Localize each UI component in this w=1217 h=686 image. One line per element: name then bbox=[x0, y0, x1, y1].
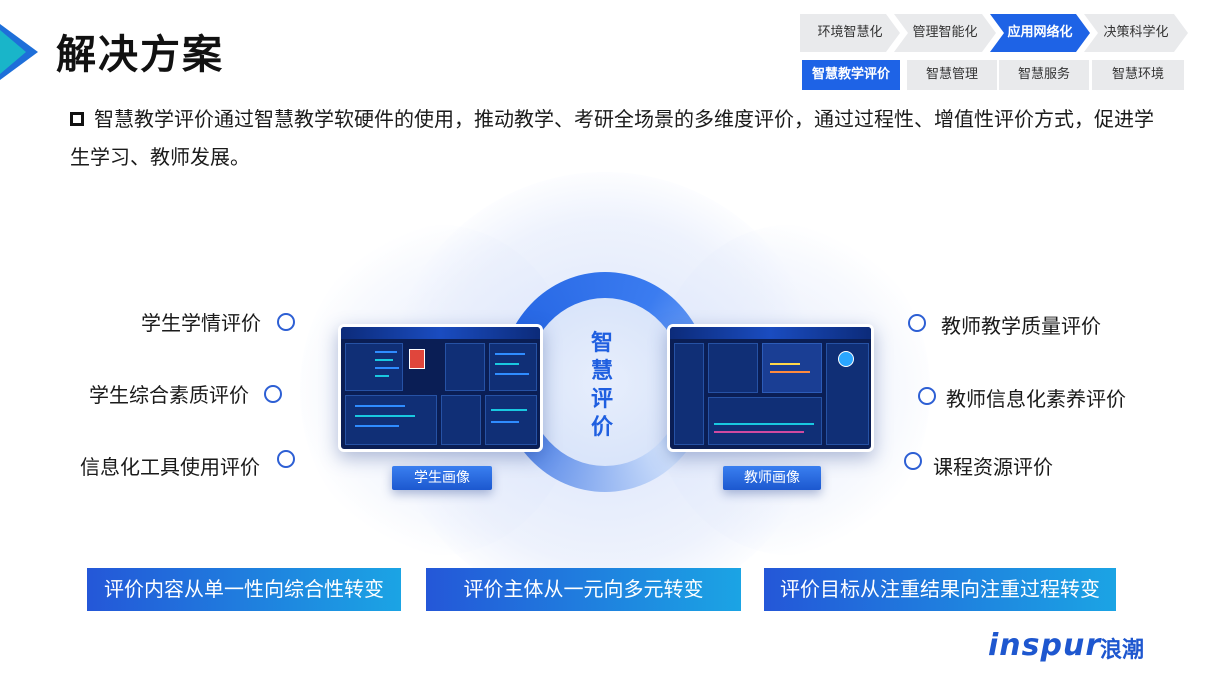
label-student-quality-eval: 学生综合素质评价 bbox=[89, 383, 249, 407]
circle-marker-icon bbox=[918, 387, 936, 405]
bullet-square-icon bbox=[70, 112, 84, 126]
dashboard-panel bbox=[708, 397, 822, 445]
stage-nav: 环境智慧化 管理智能化 应用网络化 决策科学化 bbox=[800, 14, 1190, 52]
label-course-resource-eval: 课程资源评价 bbox=[933, 455, 1053, 479]
teacher-dashboard-image bbox=[667, 324, 874, 452]
dashboard-bar bbox=[770, 363, 800, 365]
inspur-logo: inspur bbox=[988, 628, 1102, 663]
circle-marker-icon bbox=[277, 313, 295, 331]
student-dashboard-image bbox=[338, 324, 543, 452]
dashboard-bar bbox=[495, 353, 525, 355]
dashboard-bar bbox=[375, 351, 397, 353]
dashboard-bar bbox=[495, 363, 519, 365]
dashboard-bar bbox=[714, 423, 814, 425]
dashboard-panel bbox=[445, 343, 485, 391]
dashboard-bar bbox=[355, 415, 415, 417]
title-accent-shape-inner bbox=[0, 30, 26, 74]
dashboard-header-bar bbox=[341, 327, 540, 339]
shift-subject-box: 评价主体从一元向多元转变 bbox=[426, 568, 741, 611]
shift-content-box: 评价内容从单一性向综合性转变 bbox=[87, 568, 401, 611]
inspur-logo-cn: 浪潮 bbox=[1100, 638, 1145, 663]
label-tool-usage-eval: 信息化工具使用评价 bbox=[80, 455, 260, 479]
sub-tabs: 智慧教学评价 智慧管理 智慧服务 智慧环境 bbox=[802, 60, 1184, 90]
center-title: 智慧评价 bbox=[590, 331, 613, 440]
tab-smart-teaching-eval[interactable]: 智慧教学评价 bbox=[802, 60, 900, 90]
dashboard-panel bbox=[441, 395, 481, 445]
label-student-learning-eval: 学生学情评价 bbox=[141, 311, 261, 335]
tab-smart-management[interactable]: 智慧管理 bbox=[907, 60, 997, 90]
dashboard-panel bbox=[762, 343, 822, 393]
dashboard-bar bbox=[714, 431, 804, 433]
dashboard-bar bbox=[375, 367, 399, 369]
dashboard-bar bbox=[770, 371, 810, 373]
dashboard-panel bbox=[345, 395, 437, 445]
dashboard-panel bbox=[708, 343, 758, 393]
dashboard-bar bbox=[491, 421, 519, 423]
circle-marker-icon bbox=[264, 385, 282, 403]
intro-paragraph: 智慧教学评价通过智慧教学软硬件的使用，推动教学、考研全场景的多维度评价，通过过程… bbox=[70, 100, 1170, 176]
teacher-avatar-icon bbox=[838, 351, 854, 367]
stage-decision[interactable]: 决策科学化 bbox=[1084, 14, 1188, 52]
stage-application[interactable]: 应用网络化 bbox=[990, 14, 1090, 52]
teacher-portrait-tag: 教师画像 bbox=[723, 466, 821, 490]
circle-marker-icon bbox=[908, 314, 926, 332]
shift-goal-box: 评价目标从注重结果向注重过程转变 bbox=[764, 568, 1116, 611]
dashboard-bar bbox=[491, 409, 527, 411]
dashboard-bar bbox=[355, 405, 405, 407]
dashboard-bar bbox=[375, 375, 389, 377]
student-avatar-icon bbox=[409, 349, 425, 369]
circle-marker-icon bbox=[277, 450, 295, 468]
dashboard-bar bbox=[375, 359, 393, 361]
tab-smart-service[interactable]: 智慧服务 bbox=[999, 60, 1089, 90]
dashboard-bar bbox=[495, 373, 529, 375]
label-teacher-it-literacy-eval: 教师信息化素养评价 bbox=[946, 387, 1126, 411]
dashboard-panel bbox=[485, 395, 537, 445]
dashboard-header-bar bbox=[670, 327, 871, 339]
tab-smart-environment[interactable]: 智慧环境 bbox=[1092, 60, 1184, 90]
intro-text: 智慧教学评价通过智慧教学软硬件的使用，推动教学、考研全场景的多维度评价，通过过程… bbox=[70, 107, 1154, 169]
dashboard-panel bbox=[489, 343, 537, 391]
student-portrait-tag: 学生画像 bbox=[392, 466, 492, 490]
dashboard-sidebar bbox=[674, 343, 704, 445]
circle-marker-icon bbox=[904, 452, 922, 470]
stage-environment[interactable]: 环境智慧化 bbox=[800, 14, 900, 52]
dashboard-bar bbox=[355, 425, 399, 427]
stage-management[interactable]: 管理智能化 bbox=[894, 14, 996, 52]
label-teaching-quality-eval: 教师教学质量评价 bbox=[941, 314, 1101, 338]
page-title: 解决方案 bbox=[56, 32, 224, 78]
